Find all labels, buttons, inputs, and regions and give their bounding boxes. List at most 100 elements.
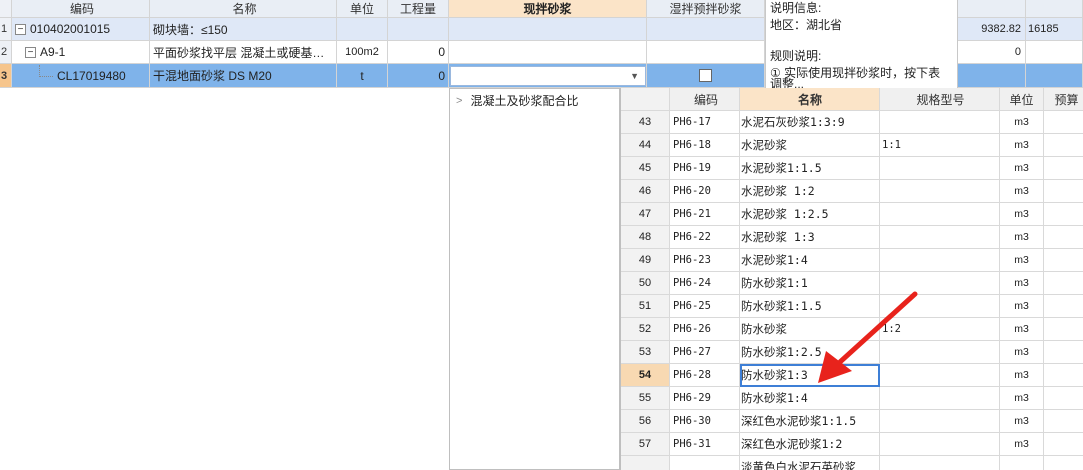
list-item[interactable]: 48 PH6-22 水泥砂浆 1:3 m3 — [621, 226, 1083, 249]
budget-cell[interactable] — [1044, 180, 1083, 203]
code-cell[interactable]: PH6-24 — [670, 272, 740, 295]
unit-cell[interactable]: m3 — [1000, 318, 1044, 341]
name-cell[interactable]: 干混地面砂浆 DS M20 — [150, 64, 337, 88]
code-cell[interactable]: PH6-31 — [670, 433, 740, 456]
price-cell[interactable]: 0 — [958, 41, 1026, 64]
unit-cell[interactable]: m3 — [1000, 433, 1044, 456]
code-cell[interactable]: PH6-29 — [670, 387, 740, 410]
unit-cell[interactable]: m3 — [1000, 226, 1044, 249]
col-header-code[interactable]: 编码 — [670, 88, 740, 111]
unit-cell[interactable]: m3 — [1000, 180, 1044, 203]
budget-cell[interactable] — [1044, 203, 1083, 226]
price-cell[interactable] — [1026, 64, 1083, 88]
name-cell[interactable]: 深红色水泥砂浆1:2 — [740, 433, 880, 456]
quantity-cell[interactable] — [388, 18, 449, 41]
code-cell[interactable]: PH6-27 — [670, 341, 740, 364]
budget-cell[interactable] — [1044, 249, 1083, 272]
budget-cell[interactable] — [1044, 318, 1083, 341]
quantity-cell[interactable]: 0 — [388, 41, 449, 64]
name-cell[interactable]: 深红色水泥砂浆1:1.5 — [740, 410, 880, 433]
name-cell[interactable]: 防水砂浆1:3 — [740, 364, 880, 387]
table-row[interactable]: 1 − 010402001015 砌块墙：≤150 — [0, 18, 765, 41]
site-mixed-cell[interactable] — [449, 18, 647, 41]
budget-cell[interactable] — [1044, 364, 1083, 387]
budget-cell[interactable] — [1044, 456, 1083, 470]
price-cell[interactable]: 9382.82 — [958, 18, 1026, 41]
name-cell[interactable]: 水泥砂浆1:1.5 — [740, 157, 880, 180]
list-item[interactable]: 57 PH6-31 深红色水泥砂浆1:2 m3 — [621, 433, 1083, 456]
col-header-quantity[interactable]: 工程量 — [388, 0, 449, 18]
table-row[interactable]: 0 — [958, 41, 1083, 64]
name-cell[interactable]: 防水砂浆1:4 — [740, 387, 880, 410]
site-mixed-cell[interactable] — [449, 41, 647, 64]
code-cell[interactable]: PH6-28 — [670, 364, 740, 387]
col-header-spec[interactable]: 规格型号 — [880, 88, 1000, 111]
name-cell[interactable]: 防水砂浆1:1 — [740, 272, 880, 295]
code-cell[interactable]: PH6-22 — [670, 226, 740, 249]
budget-cell[interactable] — [1044, 387, 1083, 410]
list-item[interactable]: 47 PH6-21 水泥砂浆 1:2.5 m3 — [621, 203, 1083, 226]
price-cell[interactable] — [958, 64, 1026, 88]
price-cell[interactable] — [1026, 41, 1083, 64]
unit-cell[interactable]: m3 — [1000, 249, 1044, 272]
unit-cell[interactable]: m3 — [1000, 387, 1044, 410]
wet-premixed-cell[interactable] — [647, 18, 765, 41]
spec-cell[interactable]: 1:2 — [880, 318, 1000, 341]
list-item[interactable]: 43 PH6-17 水泥石灰砂浆1:3:9 m3 — [621, 111, 1083, 134]
name-cell[interactable]: 水泥砂浆 1:2.5 — [740, 203, 880, 226]
unit-cell[interactable]: m3 — [1000, 134, 1044, 157]
spec-cell[interactable] — [880, 295, 1000, 318]
list-item[interactable]: 56 PH6-30 深红色水泥砂浆1:1.5 m3 — [621, 410, 1083, 433]
spec-cell[interactable]: 1:1 — [880, 134, 1000, 157]
name-cell[interactable]: 水泥砂浆1:4 — [740, 249, 880, 272]
table-row-selected[interactable] — [958, 64, 1083, 88]
unit-cell[interactable]: m3 — [1000, 295, 1044, 318]
spec-cell[interactable] — [880, 341, 1000, 364]
code-cell[interactable]: PH6-19 — [670, 157, 740, 180]
spec-cell[interactable] — [880, 203, 1000, 226]
wet-premixed-cell[interactable] — [647, 41, 765, 64]
name-cell[interactable]: 平面砂浆找平层 混凝土或硬基… — [150, 41, 337, 64]
name-cell[interactable]: 防水砂浆 — [740, 318, 880, 341]
budget-cell[interactable] — [1044, 272, 1083, 295]
chevron-down-icon[interactable]: ▼ — [630, 71, 639, 81]
table-row-selected[interactable]: 3 CL17019480 干混地面砂浆 DS M20 t 0 ▼ — [0, 64, 765, 88]
name-cell[interactable]: 防水砂浆1:2.5 — [740, 341, 880, 364]
unit-cell[interactable]: m3 — [1000, 341, 1044, 364]
col-header-site-mixed-mortar[interactable]: 现拌砂浆 — [449, 0, 647, 18]
col-header-unit[interactable]: 单位 — [1000, 88, 1044, 111]
spec-cell[interactable] — [880, 433, 1000, 456]
unit-cell[interactable]: 100m2 — [337, 41, 388, 64]
unit-cell[interactable] — [337, 18, 388, 41]
wet-premixed-cell[interactable] — [647, 64, 765, 88]
code-cell[interactable]: PH6-20 — [670, 180, 740, 203]
spec-cell[interactable] — [880, 410, 1000, 433]
name-cell[interactable]: 水泥石灰砂浆1:3:9 — [740, 111, 880, 134]
spec-cell[interactable] — [880, 249, 1000, 272]
spec-cell[interactable] — [880, 272, 1000, 295]
spec-cell[interactable] — [880, 111, 1000, 134]
unit-cell[interactable]: t — [337, 64, 388, 88]
spec-cell[interactable] — [880, 387, 1000, 410]
site-mixed-cell[interactable]: ▼ — [449, 64, 647, 88]
list-item[interactable]: 49 PH6-23 水泥砂浆1:4 m3 — [621, 249, 1083, 272]
code-cell[interactable]: − A9-1 — [12, 41, 150, 64]
code-cell[interactable]: PH6-26 — [670, 318, 740, 341]
budget-cell[interactable] — [1044, 295, 1083, 318]
wet-premixed-checkbox[interactable] — [699, 69, 712, 82]
name-cell[interactable]: 水泥砂浆 — [740, 134, 880, 157]
unit-cell[interactable]: m3 — [1000, 410, 1044, 433]
col-header-name[interactable]: 名称 — [740, 88, 880, 111]
list-item[interactable]: 46 PH6-20 水泥砂浆 1:2 m3 — [621, 180, 1083, 203]
code-cell[interactable]: CL17019480 — [12, 64, 150, 88]
tree-node-concrete-mortar-mix[interactable]: > 混凝土及砂浆配合比 — [456, 92, 578, 109]
unit-cell[interactable]: m3 — [1000, 364, 1044, 387]
name-cell[interactable]: 水泥砂浆 1:2 — [740, 180, 880, 203]
list-item[interactable]: 52 PH6-26 防水砂浆 1:2 m3 — [621, 318, 1083, 341]
code-cell[interactable]: PH6-17 — [670, 111, 740, 134]
code-cell[interactable] — [670, 456, 740, 470]
spec-cell[interactable] — [880, 364, 1000, 387]
list-item[interactable]: 45 PH6-19 水泥砂浆1:1.5 m3 — [621, 157, 1083, 180]
budget-cell[interactable] — [1044, 341, 1083, 364]
list-item[interactable]: 淡黄色白水泥石英砂浆 — [621, 456, 1083, 470]
